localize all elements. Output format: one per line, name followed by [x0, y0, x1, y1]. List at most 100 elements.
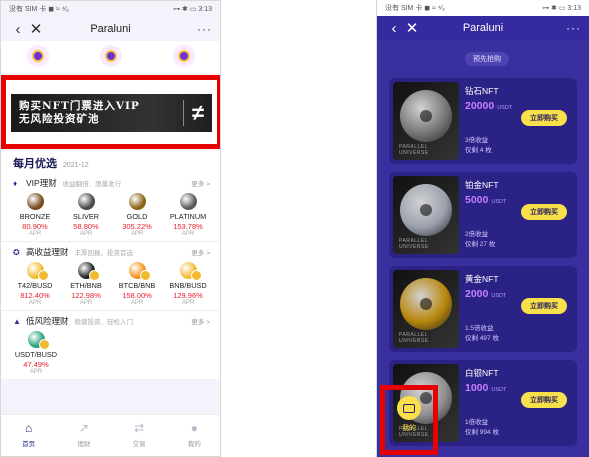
user-icon: ● [190, 421, 198, 435]
nft-image: PARALLEL UNIVERSE [393, 82, 459, 160]
nft-price-unit: USDT [491, 293, 507, 299]
back-icon[interactable]: ‹ [9, 22, 27, 37]
product-item[interactable]: PLATINUM 153.78% APR [166, 193, 210, 237]
buy-now-button[interactable]: 立即购买 [521, 298, 567, 314]
nft-remaining: 仅剩 497 枚 [465, 335, 499, 342]
vip-promo-banner[interactable]: 购买NFT门票进入VIP 无风险投资矿池 ≠ [11, 94, 212, 132]
section-subtitle: 收益翻倍、限量发行 [62, 181, 122, 188]
product-name: BTCB/BNB [118, 281, 156, 290]
section-subtitle: 丰厚回报、投资首选 [74, 250, 134, 257]
product-item[interactable]: SLIVER 58.80% APR [64, 193, 108, 237]
nft-price-unit: USDT [497, 105, 513, 111]
platinum-coin-icon [179, 193, 197, 210]
my-account-label: 我的 [402, 425, 416, 432]
high-yield-category-icon[interactable] [99, 45, 122, 67]
monthly-picks-header: 每月优选 2021-12 [1, 151, 220, 173]
product-apr-label: APR [130, 300, 144, 306]
exchange-icon: ⇄ [134, 421, 145, 435]
tab-label: 首页 [22, 441, 36, 448]
vip-category-icon[interactable] [26, 45, 49, 67]
buy-now-button[interactable]: 立即购买 [521, 110, 567, 126]
more-menu-icon[interactable]: ··· [566, 21, 581, 35]
product-rate: 129.96% [173, 291, 203, 300]
nft-price-unit: USDT [491, 387, 507, 393]
product-item[interactable]: BRONZE 80.90% APR [13, 193, 57, 237]
brand-line-2: UNIVERSE [399, 244, 429, 250]
banner-line-1: 购买NFT门票进入VIP [19, 100, 140, 112]
product-apr-label: APR [181, 231, 195, 237]
product-apr-label: APR [130, 231, 144, 237]
vip-section: ♦ VIP理财 收益翻倍、限量发行 更多 > BRONZE 80.90% APR S… [1, 173, 220, 242]
banner-divider [182, 100, 184, 126]
product-item[interactable]: BNB/BUSD 129.96% APR [166, 262, 210, 306]
status-bar: 没有 SIM 卡 ◼ ≈ ⁴⁄₈ ⊶ ✱ ▭ 3:13 [1, 1, 220, 17]
more-link[interactable]: 更多 > [191, 178, 210, 188]
nft-price: 5000 [465, 194, 489, 206]
tab-me[interactable]: ● 我的 [174, 421, 214, 456]
nft-multiplier: 3倍收益 [465, 137, 489, 144]
monthly-picks-title: 每月优选 [13, 158, 57, 170]
quick-category-icons [1, 41, 220, 73]
tab-finance[interactable]: ↗ 理财 [64, 421, 104, 456]
status-bar: 没有 SIM 卡 ◼ ≈ ⁴⁄₈ ⊶ ✱ ▭ 3:13 [377, 0, 589, 16]
nft-price-unit: USDT [491, 199, 507, 205]
nft-card: PARALLEL UNIVERSE 钻石NFT 20000 USDT 3倍收益 仅剩… [389, 78, 577, 164]
product-rate: 158.00% [122, 291, 152, 300]
nft-remaining: 仅剩 994 枚 [465, 429, 499, 436]
nft-remaining: 仅剩 4 枚 [465, 147, 492, 154]
high-yield-section: ✪ 高收益理财 丰厚回报、投资首选 更多 > T42/BUSD 812.40% AP… [1, 242, 220, 311]
presale-label: 预先抢购 [465, 52, 509, 66]
product-apr-label: APR [28, 231, 42, 237]
product-item[interactable]: USDT/BUSD 47.49% APR [13, 331, 59, 375]
product-apr-label: APR [79, 231, 93, 237]
more-link[interactable]: 更多 > [191, 316, 210, 326]
usdt-busd-token-icon [27, 331, 50, 350]
nft-name: 白银NFT [465, 368, 499, 378]
close-icon[interactable]: ✕ [403, 21, 421, 36]
nft-remaining: 仅剩 27 枚 [465, 241, 496, 248]
product-name: PLATINUM [169, 212, 207, 221]
more-menu-icon[interactable]: ··· [197, 22, 212, 36]
tab-home[interactable]: ⌂ 首页 [9, 421, 49, 456]
product-rate: 47.49% [23, 360, 49, 369]
product-name: USDT/BUSD [14, 350, 58, 359]
buy-now-button[interactable]: 立即购买 [521, 392, 567, 408]
nav-bar: ‹ ✕ Paraluni ··· [1, 17, 220, 41]
product-item[interactable]: ETH/BNB 122.98% APR [64, 262, 108, 306]
nft-price: 2000 [465, 288, 489, 300]
nft-name: 黄金NFT [465, 274, 499, 284]
product-item[interactable]: BTCB/BNB 158.00% APR [115, 262, 159, 306]
nft-price: 20000 [465, 100, 495, 112]
medal-icon: ✪ [13, 247, 20, 257]
nft-multiplier: 2倍收益 [465, 231, 489, 238]
back-icon[interactable]: ‹ [385, 21, 403, 36]
bnb-busd-token-icon [179, 262, 202, 281]
product-item[interactable]: GOLD 305.22% APR [115, 193, 159, 237]
wallet-icon [397, 396, 421, 420]
close-icon[interactable]: ✕ [27, 22, 45, 37]
low-risk-category-icon[interactable] [172, 45, 195, 67]
product-rate: 153.78% [173, 222, 203, 231]
brand-line-2: UNIVERSE [399, 150, 429, 156]
product-name: T42/BUSD [17, 281, 53, 290]
status-bar-left: 没有 SIM 卡 ◼ ≈ ⁴⁄₈ [9, 6, 69, 13]
product-name: ETH/BNB [70, 281, 102, 290]
more-link[interactable]: 更多 > [191, 247, 210, 257]
product-item[interactable]: T42/BUSD 812.40% APR [13, 262, 57, 306]
section-subtitle: 稳健投资、轻松入门 [74, 319, 134, 326]
my-button-highlight: 我的 [380, 385, 438, 455]
section-title: VIP理财 [26, 178, 57, 188]
nft-image: PARALLEL UNIVERSE [393, 176, 459, 254]
product-rate: 812.40% [20, 291, 50, 300]
section-title: 高收益理财 [26, 247, 69, 257]
home-icon: ⌂ [25, 421, 33, 435]
buy-now-button[interactable]: 立即购买 [521, 204, 567, 220]
tab-trade[interactable]: ⇄ 交易 [119, 421, 159, 456]
bottom-tab-bar: ⌂ 首页 ↗ 理财 ⇄ 交易 ● 我的 [1, 414, 220, 456]
nft-image: PARALLEL UNIVERSE [393, 270, 459, 348]
status-bar-right: ⊶ ✱ ▭ 3:13 [542, 5, 581, 12]
my-account-button[interactable]: 我的 [392, 396, 426, 440]
product-rate: 58.80% [73, 222, 99, 231]
main-content: 每月优选 2021-12 ♦ VIP理财 收益翻倍、限量发行 更多 > BRON… [1, 151, 220, 379]
product-name: GOLD [126, 212, 148, 221]
